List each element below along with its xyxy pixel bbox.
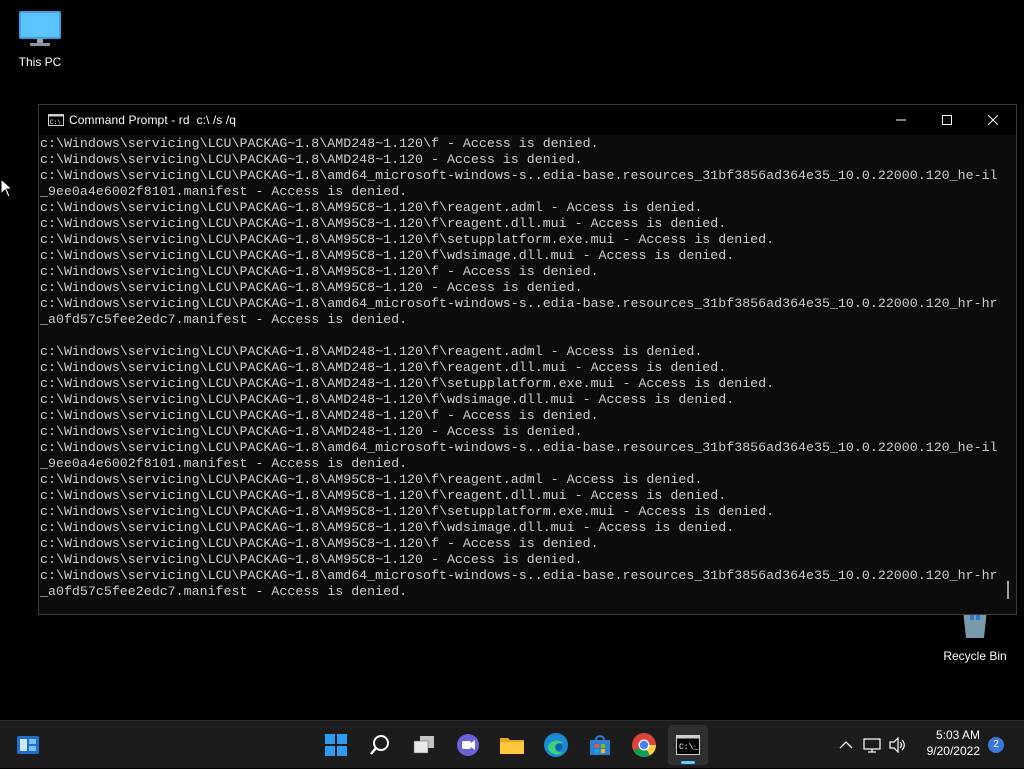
start-button[interactable]: [316, 725, 356, 765]
console-line: c:\Windows\servicing\LCU\PACKAG~1.8\AM95…: [40, 280, 583, 295]
console-line: c:\Windows\servicing\LCU\PACKAG~1.8\AM95…: [40, 552, 583, 567]
desktop-icon-label: Recycle Bin: [943, 649, 1007, 663]
console-line: c:\Windows\servicing\LCU\PACKAG~1.8\AMD2…: [40, 136, 599, 151]
svg-text:C:\: C:\: [50, 119, 61, 126]
edge-button[interactable]: [536, 725, 576, 765]
file-explorer-button[interactable]: [492, 725, 532, 765]
console-line: _9ee0a4e6002f8101.manifest - Access is d…: [40, 184, 408, 199]
show-hidden-icons-button[interactable]: [836, 721, 856, 769]
console-line: c:\Windows\servicing\LCU\PACKAG~1.8\AMD2…: [40, 360, 727, 375]
edge-icon: [544, 733, 568, 757]
clock-date: 9/20/2022: [926, 744, 980, 758]
active-app-indicator: [681, 761, 695, 764]
console-line: c:\Windows\servicing\LCU\PACKAG~1.8\AM95…: [40, 504, 775, 519]
taskbar-clock[interactable]: 5:03 AM 9/20/2022: [927, 727, 980, 759]
start-icon: [325, 734, 347, 756]
console-line: c:\Windows\servicing\LCU\PACKAG~1.8\AMD2…: [40, 408, 599, 423]
console-line: c:\Windows\servicing\LCU\PACKAG~1.8\AMD2…: [40, 376, 775, 391]
desktop-icon-label: This PC: [18, 55, 62, 69]
taskbar: C:\_ 5:03 AM 9/20/2022 2: [0, 720, 1024, 768]
console-line: c:\Windows\servicing\LCU\PACKAG~1.8\AM95…: [40, 200, 703, 215]
volume-icon: [889, 737, 905, 753]
window-title: Command Prompt - rd c:\ /s /q: [69, 113, 237, 127]
console-line: c:\Windows\servicing\LCU\PACKAG~1.8\AM95…: [40, 488, 727, 503]
console-line: c:\Windows\servicing\LCU\PACKAG~1.8\AM95…: [40, 216, 727, 231]
close-button[interactable]: [970, 105, 1016, 135]
console-line: c:\Windows\servicing\LCU\PACKAG~1.8\amd6…: [40, 440, 998, 455]
console-line: c:\Windows\servicing\LCU\PACKAG~1.8\amd6…: [40, 568, 998, 583]
console-line: c:\Windows\servicing\LCU\PACKAG~1.8\AMD2…: [40, 424, 583, 439]
console-line: c:\Windows\servicing\LCU\PACKAG~1.8\AMD2…: [40, 392, 735, 407]
clock-time: 5:03 AM: [935, 728, 980, 742]
mouse-cursor-icon: [0, 178, 12, 198]
search-icon: [370, 735, 389, 755]
task-view-button[interactable]: [404, 725, 444, 765]
widgets-button[interactable]: [8, 725, 48, 765]
notification-badge[interactable]: 2: [988, 737, 1004, 753]
console-line: _a0fd57c5fee2edc7.manifest - Access is d…: [40, 584, 408, 599]
svg-text:C:\_: C:\_: [679, 743, 698, 752]
chrome-icon: [632, 733, 656, 758]
console-line: c:\Windows\servicing\LCU\PACKAG~1.8\AM95…: [40, 264, 599, 279]
cmd-app-icon: C:\: [48, 114, 64, 126]
network-icon: [863, 738, 881, 753]
console-line: c:\Windows\servicing\LCU\PACKAG~1.8\AM95…: [40, 520, 735, 535]
console-line: c:\Windows\servicing\LCU\PACKAG~1.8\amd6…: [40, 296, 998, 311]
console-line: c:\Windows\servicing\LCU\PACKAG~1.8\AM95…: [40, 536, 599, 551]
chrome-button[interactable]: [624, 725, 664, 765]
terminal-button[interactable]: C:\_: [668, 725, 708, 765]
minimize-button[interactable]: [878, 105, 924, 135]
console-line: c:\Windows\servicing\LCU\PACKAG~1.8\amd6…: [40, 168, 998, 183]
desktop-icon-this-pc[interactable]: This PC: [0, 8, 80, 69]
file-explorer-icon: [500, 738, 524, 754]
store-icon: [590, 735, 610, 755]
console-line: c:\Windows\servicing\LCU\PACKAG~1.8\AM95…: [40, 232, 775, 247]
chat-icon: [457, 734, 479, 756]
volume-button[interactable]: [888, 721, 908, 769]
task-view-icon: [413, 736, 434, 754]
console-line: c:\Windows\servicing\LCU\PACKAG~1.8\AM95…: [40, 248, 735, 263]
chat-button[interactable]: [448, 725, 488, 765]
command-prompt-window[interactable]: C:\ Command Prompt - rd c:\ /s /q c:\Win…: [38, 104, 1017, 615]
terminal-icon: C:\_: [676, 735, 700, 755]
scrollbar-thumb[interactable]: [1007, 581, 1009, 599]
network-button[interactable]: [862, 721, 882, 769]
minimize-icon: [896, 119, 906, 121]
chevron-up-icon: [839, 741, 853, 749]
console-line: c:\Windows\servicing\LCU\PACKAG~1.8\AM95…: [40, 472, 703, 487]
vertical-scrollbar[interactable]: [999, 135, 1016, 614]
monitor-icon: [19, 11, 61, 46]
console-output[interactable]: c:\Windows\servicing\LCU\PACKAG~1.8\AMD2…: [40, 136, 1000, 606]
close-icon: [988, 115, 998, 125]
console-line: _9ee0a4e6002f8101.manifest - Access is d…: [40, 456, 408, 471]
console-line: c:\Windows\servicing\LCU\PACKAG~1.8\AMD2…: [40, 344, 703, 359]
window-titlebar[interactable]: C:\ Command Prompt - rd c:\ /s /q: [39, 105, 1016, 135]
console-line: _a0fd57c5fee2edc7.manifest - Access is d…: [40, 312, 408, 327]
store-button[interactable]: [580, 725, 620, 765]
console-line: c:\Windows\servicing\LCU\PACKAG~1.8\AMD2…: [40, 152, 583, 167]
widgets-icon: [17, 736, 39, 754]
desktop-icon-recycle-bin[interactable]: Recycle Bin: [935, 608, 1015, 663]
maximize-icon: [942, 115, 952, 125]
maximize-button[interactable]: [924, 105, 970, 135]
search-button[interactable]: [360, 725, 400, 765]
